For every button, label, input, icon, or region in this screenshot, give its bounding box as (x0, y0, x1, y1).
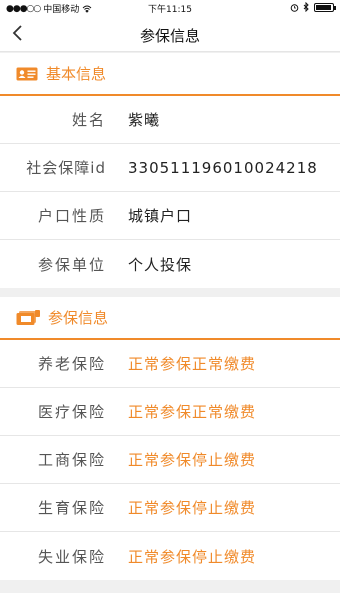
info-row-household: 户口性质 城镇户口 (0, 192, 340, 240)
insurance-row-pension: 养老保险 正常参保正常缴费 (0, 340, 340, 388)
row-label: 社会保障id (26, 159, 106, 177)
row-value: 紫曦 (128, 111, 161, 129)
row-value: 正常参保正常缴费 (128, 355, 257, 373)
insurance-row-medical: 医疗保险 正常参保正常缴费 (0, 388, 340, 436)
page-title: 参保信息 (139, 27, 200, 45)
info-row-social-id: 社会保障id 330511196010024218 (0, 144, 340, 192)
status-bar: ●●●○○ 中国移动 下午11:15 (0, 0, 340, 16)
basic-info-section: 基本信息 姓名 紫曦 社会保障id 330511196010024218 户口性… (0, 53, 340, 288)
row-value: 330511196010024218 (128, 158, 318, 177)
row-value: 正常参保停止缴费 (128, 547, 257, 566)
row-label: 工商保险 (37, 451, 106, 469)
status-right (290, 2, 336, 12)
insurance-info-title: 参保信息 (48, 309, 109, 327)
row-label: 生育保险 (37, 499, 106, 517)
row-value: 正常参保停止缴费 (128, 499, 257, 517)
insurance-folder-icon (16, 309, 40, 325)
insurance-row-unemployment: 失业保险 正常参保停止缴费 (0, 532, 340, 580)
row-value: 个人投保 (128, 255, 193, 274)
row-label: 医疗保险 (37, 403, 106, 421)
insurance-info-section: 参保信息 养老保险 正常参保正常缴费 医疗保险 正常参保正常缴费 工商保险 正常… (0, 297, 340, 580)
info-row-unit: 参保单位 个人投保 (0, 240, 340, 288)
insurance-row-injury: 工商保险 正常参保停止缴费 (0, 436, 340, 484)
row-label: 养老保险 (37, 355, 106, 373)
row-value: 正常参保正常缴费 (128, 403, 257, 421)
bluetooth-icon (303, 2, 309, 12)
row-label: 失业保险 (37, 547, 106, 566)
nav-bar: 参保信息 (0, 16, 340, 52)
row-value: 城镇户口 (128, 207, 193, 225)
insurance-row-maternity: 生育保险 正常参保停止缴费 (0, 484, 340, 532)
battery-icon (314, 2, 336, 12)
row-label: 户口性质 (37, 207, 106, 225)
alarm-icon (290, 3, 299, 12)
row-label: 参保单位 (37, 255, 106, 274)
row-label: 姓名 (71, 111, 106, 129)
insurance-info-header: 参保信息 (0, 297, 340, 340)
status-time: 下午11:15 (148, 5, 192, 15)
info-row-name: 姓名 紫曦 (0, 96, 340, 144)
id-card-icon (16, 67, 38, 80)
basic-info-title: 基本信息 (46, 65, 107, 83)
row-value: 正常参保停止缴费 (128, 451, 257, 469)
basic-info-header: 基本信息 (0, 53, 340, 96)
